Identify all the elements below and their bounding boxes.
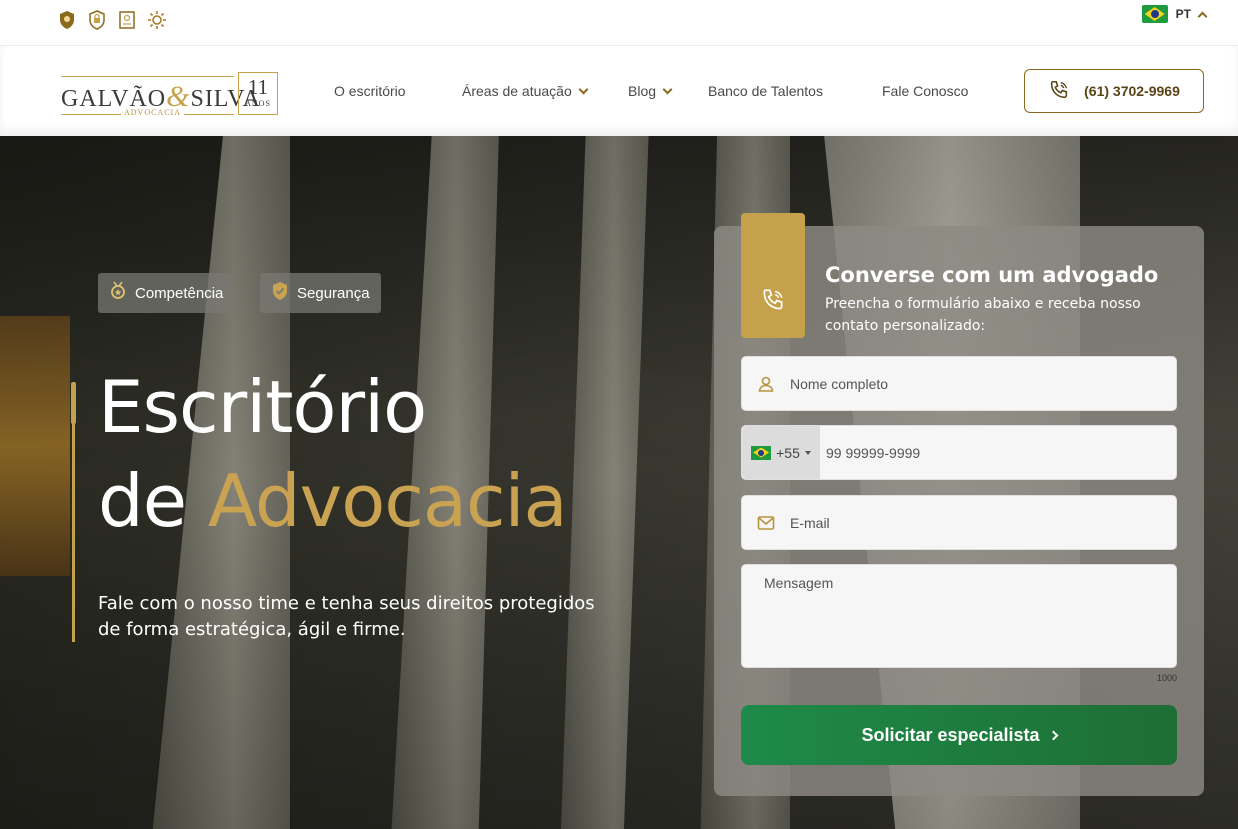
site-logo[interactable]: GALVÃO&SILVA ADVOCACIA 11 ANOS	[61, 72, 279, 118]
chevron-up-icon	[1197, 11, 1208, 21]
lock-shield-icon	[87, 10, 107, 30]
nav-label: Fale Conosco	[882, 83, 969, 99]
nav-item-banco-de-talentos[interactable]: Banco de Talentos	[708, 83, 823, 99]
name-field[interactable]: Nome completo	[741, 356, 1177, 411]
phone-icon	[1048, 79, 1070, 104]
phone-placeholder: 99 99999-9999	[826, 444, 921, 461]
seal-badges	[57, 10, 167, 30]
years-number: 11	[247, 75, 269, 99]
badge-label: Segurança	[297, 284, 370, 302]
brazil-flag-icon	[1141, 5, 1168, 23]
logo-rule-top	[61, 76, 234, 77]
years-label: ANOS	[245, 99, 271, 108]
nav-item-areas-de-atuacao[interactable]: Áreas de atuação	[462, 83, 589, 99]
badge-competencia: Competência	[98, 273, 235, 313]
nav-label: O escritório	[334, 83, 406, 99]
name-placeholder: Nome completo	[790, 375, 889, 392]
email-placeholder: E-mail	[790, 514, 830, 531]
hero-lead-text: Fale com o nosso time e tenha seus direi…	[98, 593, 595, 640]
language-label: PT	[1175, 7, 1191, 21]
certificate-icon	[117, 10, 137, 30]
message-char-counter: 1000	[1156, 673, 1177, 683]
user-icon	[742, 375, 790, 393]
nav-item-blog[interactable]: Blog	[628, 83, 673, 99]
country-code-select[interactable]: +55	[742, 426, 820, 479]
nav-label: Banco de Talentos	[708, 83, 823, 99]
chevron-down-icon	[578, 84, 589, 94]
hero-title-prefix: de	[98, 459, 187, 543]
hero-title-line1: Escritório	[98, 365, 427, 449]
message-field[interactable]: Mensagem	[741, 564, 1177, 668]
shield-check-icon	[271, 281, 289, 305]
phone-call-button[interactable]: (61) 3702-9969	[1024, 69, 1204, 113]
hero-accent-bar	[71, 382, 76, 642]
top-utility-bar: PT	[0, 0, 1238, 46]
caret-down-icon	[804, 450, 811, 455]
badge-seguranca: Segurança	[260, 273, 381, 313]
logo-subtitle: ADVOCACIA	[121, 108, 184, 117]
nav-label: Áreas de atuação	[462, 83, 572, 99]
phone-icon	[760, 287, 786, 318]
medal-icon	[109, 281, 127, 305]
chevron-right-icon	[1048, 730, 1058, 740]
sun-icon	[147, 10, 167, 30]
form-tab	[741, 213, 805, 338]
nav-label: Blog	[628, 83, 657, 99]
contact-form-card: Converse com um advogado Preencha o form…	[714, 213, 1204, 796]
brazil-flag-icon	[751, 445, 772, 460]
nav-item-o-escritorio[interactable]: O escritório	[334, 83, 406, 99]
badge-label: Competência	[135, 284, 224, 302]
form-title: Converse com um advogado	[825, 263, 1159, 287]
chevron-down-icon	[662, 84, 673, 94]
hero-title-line2: de Advocacia	[98, 458, 568, 544]
submit-label: Solicitar especialista	[861, 724, 1040, 745]
hero-section: Competência Segurança Escritório de Advo…	[0, 136, 1238, 829]
nav-item-fale-conosco[interactable]: Fale Conosco	[882, 83, 968, 99]
submit-button[interactable]: Solicitar especialista	[741, 705, 1177, 765]
hero-title-highlight: Advocacia	[207, 459, 568, 543]
main-header: GALVÃO&SILVA ADVOCACIA 11 ANOS O escritó…	[0, 46, 1238, 136]
mail-icon	[742, 515, 790, 531]
phone-field[interactable]: +55 99 99999-9999	[741, 425, 1177, 480]
country-code: +55	[776, 444, 800, 461]
message-placeholder: Mensagem	[764, 575, 834, 591]
logo-years-badge: 11 ANOS	[238, 72, 278, 115]
phone-number: (61) 3702-9969	[1084, 83, 1180, 99]
email-field[interactable]: E-mail	[741, 495, 1177, 550]
form-subtitle: Preencha o formulário abaixo e receba no…	[825, 296, 1141, 334]
language-selector[interactable]: PT	[1141, 5, 1208, 23]
shield-award-icon	[57, 10, 77, 30]
